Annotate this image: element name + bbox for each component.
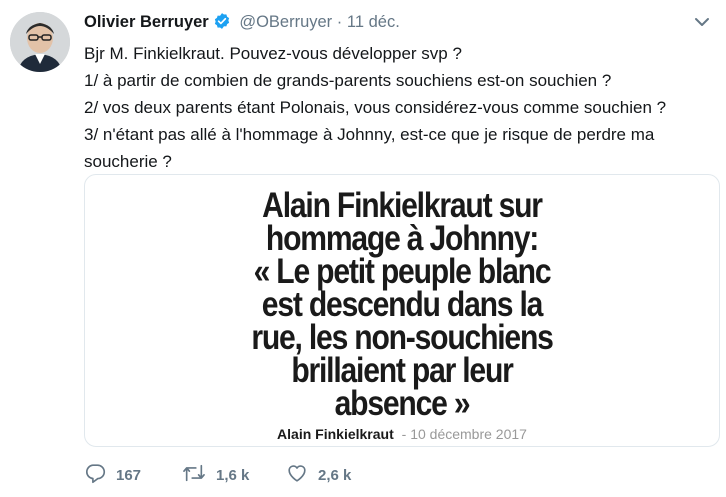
retweet-icon bbox=[182, 462, 216, 488]
author-name[interactable]: Olivier Berruyer bbox=[84, 13, 209, 31]
separator-dot: · bbox=[336, 13, 343, 31]
quote-line: Alain Finkielkraut sur bbox=[262, 186, 543, 225]
retweet-button[interactable]: 1,6 k bbox=[182, 462, 249, 488]
quote-line: est descendu dans la bbox=[261, 285, 544, 324]
tweet-date[interactable]: 11 déc. bbox=[347, 13, 400, 31]
quote-line: absence » bbox=[334, 384, 471, 423]
tweet-line: 1/ à partir de combien de grands-parents… bbox=[84, 71, 612, 90]
tweet-header: Olivier Berruyer @OBerruyer · 11 déc. bbox=[84, 12, 704, 36]
tweet-line: 3/ n'étant pas allé à l'hommage à Johnny… bbox=[84, 125, 655, 144]
quote-line: hommage à Johnny: bbox=[265, 219, 539, 258]
like-icon bbox=[286, 462, 318, 488]
reply-button[interactable]: 167 bbox=[84, 462, 141, 488]
attribution-date: - 10 décembre 2017 bbox=[401, 426, 527, 442]
media-attribution: Alain Finkielkraut - 10 décembre 2017 bbox=[85, 426, 719, 442]
reply-count: 167 bbox=[116, 466, 142, 484]
tweet-text: Bjr M. Finkielkraut. Pouvez-vous dévelop… bbox=[84, 40, 704, 175]
reply-icon bbox=[84, 462, 116, 488]
tweet-actions: 167 1,6 k 2,6 k bbox=[84, 462, 484, 488]
tweet-line: soucherie ? bbox=[84, 152, 172, 171]
quote-line: « Le petit peuple blanc bbox=[253, 252, 552, 291]
quote-line: rue, les non-souchiens bbox=[251, 318, 554, 357]
like-button[interactable]: 2,6 k bbox=[286, 462, 351, 488]
like-count: 2,6 k bbox=[318, 466, 352, 484]
avatar[interactable] bbox=[10, 12, 70, 72]
tweet-media-image[interactable]: Alain Finkielkraut sur hommage à Johnny:… bbox=[84, 174, 720, 447]
retweet-count: 1,6 k bbox=[216, 466, 250, 484]
media-quote: Alain Finkielkraut sur hommage à Johnny:… bbox=[129, 186, 674, 423]
chevron-down-icon[interactable] bbox=[692, 14, 712, 30]
quote-line: brillaient par leur bbox=[291, 351, 514, 390]
tweet-line: Bjr M. Finkielkraut. Pouvez-vous dévelop… bbox=[84, 44, 462, 63]
tweet-line: 2/ vos deux parents étant Polonais, vous… bbox=[84, 98, 667, 117]
avatar-photo bbox=[10, 12, 70, 72]
verified-badge-icon bbox=[213, 12, 231, 35]
author-handle[interactable]: @OBerruyer bbox=[239, 13, 332, 31]
attribution-author: Alain Finkielkraut bbox=[277, 426, 394, 442]
